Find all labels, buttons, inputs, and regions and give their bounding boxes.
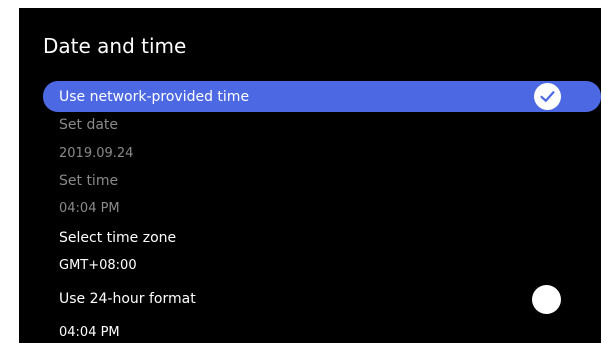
set-time-item[interactable]: Set time: [43, 165, 601, 196]
page-title: Date and time: [43, 34, 187, 58]
hour-format-value: 04:04 PM: [59, 325, 120, 340]
scrolled-off-text: · · · · ·: [46, 8, 86, 15]
select-time-zone-label: Select time zone: [59, 229, 177, 246]
time-zone-value: GMT+08:00: [59, 258, 137, 273]
toggle-circle-icon[interactable]: [532, 285, 561, 314]
network-time-label: Use network-provided time: [59, 88, 250, 105]
check-circle-icon: [534, 83, 561, 110]
time-zone-value-item: GMT+08:00: [43, 250, 601, 281]
select-time-zone-item[interactable]: Select time zone: [43, 222, 601, 253]
time-value-item: 04:04 PM: [43, 193, 601, 224]
date-value: 2019.09.24: [59, 146, 134, 161]
hour-format-item[interactable]: Use 24-hour format: [43, 283, 601, 314]
hour-format-label: Use 24-hour format: [59, 290, 196, 307]
set-date-item[interactable]: Set date: [43, 109, 601, 140]
time-value: 04:04 PM: [59, 201, 120, 216]
set-date-label: Set date: [59, 116, 119, 133]
settings-screen: · · · · · Date and time Use network-prov…: [19, 8, 601, 343]
network-time-item[interactable]: Use network-provided time: [43, 81, 601, 112]
set-time-label: Set time: [59, 172, 119, 189]
hour-format-value-item: 04:04 PM: [43, 317, 601, 343]
